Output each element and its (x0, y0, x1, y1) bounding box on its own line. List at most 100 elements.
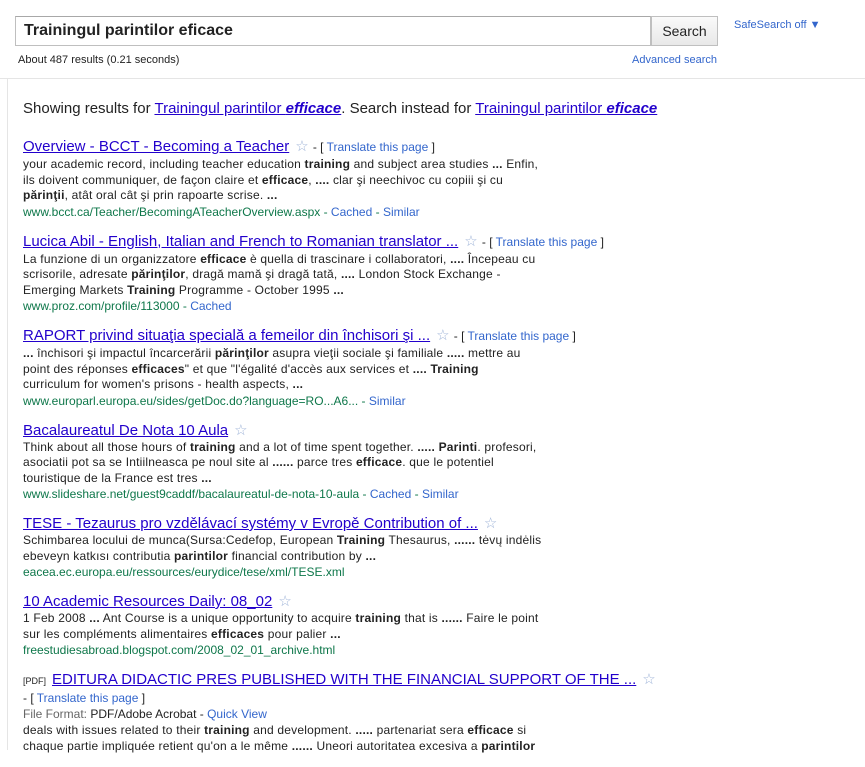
translate-group: - [ Translate this page ] (482, 235, 604, 249)
snippet-text: efficaces (131, 361, 185, 376)
star-icon[interactable]: ☆ (642, 671, 655, 688)
cached-link[interactable]: Cached (190, 299, 231, 313)
snippet-text: and subject area studies (350, 157, 493, 171)
star-icon[interactable]: ☆ (234, 422, 247, 439)
cached-link[interactable]: Cached (331, 205, 372, 219)
separator: - (372, 204, 383, 219)
snippet-text: training (204, 723, 250, 737)
snippet-line: your academic record, including teacher … (23, 157, 723, 173)
similar-link[interactable]: Similar (369, 394, 406, 408)
separator: - (411, 487, 422, 501)
snippet-text: ...... (291, 738, 313, 753)
result-title-link[interactable]: Bacalaureatul De Nota 10 Aula (23, 422, 228, 439)
snippet-text: training (304, 157, 351, 171)
snippet-text: Training (336, 533, 386, 547)
snippet-text: efficace (355, 455, 403, 469)
translate-link[interactable]: Translate this page (496, 235, 598, 249)
snippet-text: efficace (261, 172, 309, 187)
similar-link[interactable]: Similar (422, 487, 459, 501)
result-title-link[interactable]: 10 Academic Resources Daily: 08_02 (23, 593, 272, 610)
result-snippet: your academic record, including teacher … (23, 157, 723, 204)
similar-link[interactable]: Similar (383, 205, 420, 219)
translate-link[interactable]: Translate this page (468, 329, 570, 343)
separator: ] (569, 329, 576, 343)
snippet-line: deals with issues related to their train… (23, 723, 723, 739)
quick-view-link[interactable]: Quick View (207, 707, 267, 721)
snippet-text: ...... (454, 533, 476, 547)
result-title-link[interactable]: Overview - BCCT - Becoming a Teacher (23, 138, 289, 155)
snippet-text: ..... (355, 723, 374, 737)
search-box[interactable] (15, 16, 651, 46)
snippet-text: point des réponses (23, 361, 132, 376)
star-icon[interactable]: ☆ (278, 593, 291, 610)
cached-link[interactable]: Cached (370, 487, 411, 501)
snippet-line: ebeveyn katkısı contributia parintilor f… (23, 549, 723, 565)
snippet-text: Programme - October 1995 (175, 282, 334, 297)
file-format-label: File Format: (23, 707, 88, 721)
result-url: eacea.ec.europa.eu/ressources/eurydice/t… (23, 565, 345, 579)
snippet-text: Enfin, (502, 157, 539, 171)
translate-group: - [ Translate this page ] (313, 140, 435, 154)
star-icon[interactable]: ☆ (464, 233, 477, 250)
snippet-text: părinţii (23, 188, 65, 202)
safesearch-dropdown[interactable]: SafeSearch off ▼ (734, 19, 821, 31)
result-url-line: www.slideshare.net/guest9caddf/bacalaure… (23, 486, 723, 502)
advanced-search-link[interactable]: Advanced search (632, 54, 717, 66)
snippet-text: pour palier (264, 626, 331, 641)
search-result: TESE - Tezaurus pro vzdělávací systémy v… (23, 515, 723, 580)
snippet-text: training (189, 439, 236, 454)
result-title-link[interactable]: Lucica Abil - English, Italian and Frenc… (23, 233, 458, 250)
spell-prefix: Showing results for (23, 100, 155, 117)
result-url: www.proz.com/profile/113000 (23, 299, 180, 313)
snippet-line: chaque partie impliquée retient qu'on a … (23, 739, 723, 755)
separator: ] (138, 691, 146, 705)
result-title-line: Bacalaureatul De Nota 10 Aula ☆ (23, 422, 723, 439)
snippet-text: si (513, 723, 527, 737)
star-icon[interactable]: ☆ (484, 515, 497, 532)
search-input[interactable] (16, 17, 650, 45)
snippet-text: asociatii pot sa se Intiilneasca pe noul… (23, 455, 273, 469)
snippet-line: touristique de la France est tres ... (23, 471, 723, 487)
search-result: Lucica Abil - English, Italian and Frenc… (23, 233, 723, 315)
snippet-text: închisori şi impactul încarcerării (33, 346, 215, 360)
snippet-text: ... (333, 282, 344, 297)
result-snippet: deals with issues related to their train… (23, 723, 723, 754)
corrected-query-link[interactable]: Trainingul parintilor efficace (154, 100, 341, 117)
snippet-text: ... (266, 188, 278, 202)
snippet-text: and a lot of time spent together. (235, 439, 418, 454)
snippet-text: deals with issues related to their (23, 723, 205, 737)
snippet-text: ..... (446, 346, 465, 360)
snippet-text: sur les compléments alimentaires (23, 626, 212, 641)
result-title-link[interactable]: EDITURA DIDACTIC PRES PUBLISHED WITH THE… (52, 671, 636, 688)
snippet-text: clar şi neechivoc cu copiii şi cu (329, 172, 503, 187)
snippet-line: ils doivent communiquer, de façon claire… (23, 173, 723, 189)
result-title-line: Overview - BCCT - Becoming a Teacher ☆ - … (23, 138, 723, 156)
separator: - [ (23, 691, 37, 705)
snippet-text: Parinti (438, 439, 478, 454)
snippet-text: scrisorile, adresate (23, 267, 132, 281)
separator: - (358, 393, 369, 408)
result-title-link[interactable]: TESE - Tezaurus pro vzdělávací systémy v… (23, 515, 478, 532)
star-icon[interactable]: ☆ (436, 327, 449, 344)
snippet-text: ... (23, 346, 34, 360)
snippet-line: curriculum for women's prisons - health … (23, 377, 723, 393)
star-icon[interactable]: ☆ (295, 138, 308, 155)
snippet-text: .... (340, 267, 356, 281)
left-rule (7, 78, 8, 750)
snippet-text: , atât oral cât şi prin rapoarte scrise. (64, 188, 267, 202)
search-button[interactable]: Search (651, 16, 718, 46)
result-url: www.slideshare.net/guest9caddf/bacalaure… (23, 487, 360, 501)
snippet-text: .... (412, 361, 427, 376)
spell-correction: Showing results for Trainingul parintilo… (23, 100, 657, 117)
snippet-text: ...... (272, 455, 294, 469)
snippet-text: è quella di trascinare i collaboratori, (246, 251, 451, 266)
result-url-line: www.bcct.ca/Teacher/BecomingATeacherOver… (23, 204, 723, 220)
snippet-text: , dragă mamă şi dragă tată, (185, 267, 341, 281)
original-query-link[interactable]: Trainingul parintilor eficace (475, 100, 657, 117)
result-title-link[interactable]: RAPORT privind situaţia specială a femei… (23, 327, 430, 344)
translate-link[interactable]: Translate this page (327, 140, 429, 154)
snippet-text: Think about all those hours of (23, 439, 190, 454)
snippet-text: Training (430, 361, 479, 376)
translate-link[interactable]: Translate this page (37, 691, 139, 705)
snippet-text: training (355, 611, 402, 625)
